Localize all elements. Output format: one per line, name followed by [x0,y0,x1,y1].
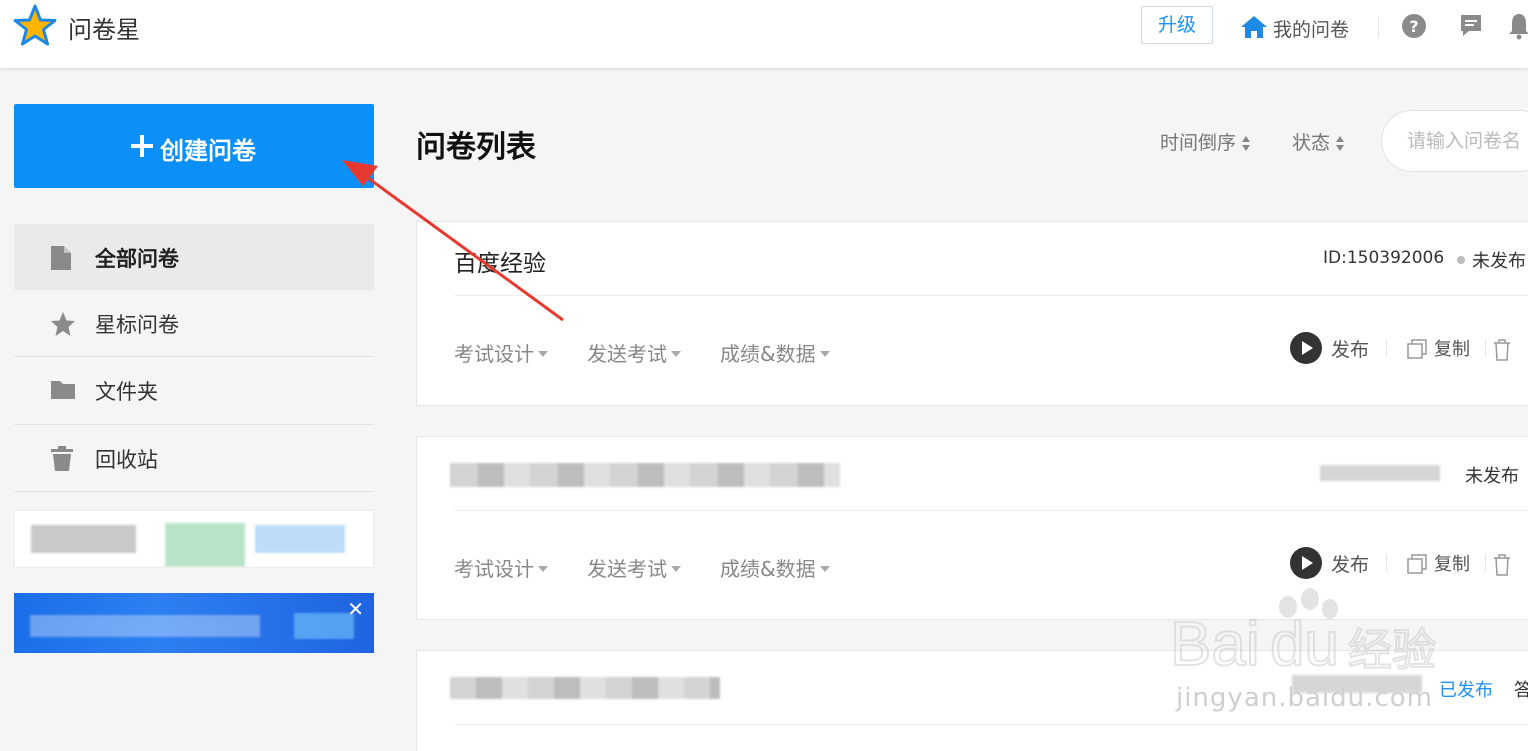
play-icon [1290,332,1322,364]
folder-icon [51,381,75,399]
card-divider [454,295,1528,296]
blurred-text [31,525,136,553]
publish-label: 发布 [1331,339,1370,361]
survey-status: 未发布 [1457,247,1526,273]
caret-down-icon [538,350,548,357]
header-divider [1378,16,1379,38]
sort-by-status-label: 状态 [1292,132,1331,154]
send-exam-menu[interactable]: 发送考试 [587,553,681,582]
blurred-survey-id [1320,465,1440,481]
bell-icon[interactable] [1508,12,1528,40]
survey-card[interactable]: 百度经验 ID:150392006 未发布 考试设计 发送考试 成绩&数据 发布… [416,221,1528,406]
send-exam-label: 发送考试 [587,557,667,581]
survey-extra-label: 答 [1514,680,1528,701]
send-exam-label: 发送考试 [587,342,667,366]
exam-design-label: 考试设计 [454,557,534,581]
sidebar-item-starred[interactable]: 星标问卷 [14,290,374,356]
exam-design-menu[interactable]: 考试设计 [454,338,548,367]
copy-button[interactable]: 复制 [1407,332,1477,364]
home-icon [1241,16,1267,38]
survey-status: 未发布 [1465,466,1519,487]
blurred-text [30,615,260,637]
sidebar-item-recycle-bin[interactable]: 回收站 [14,425,374,491]
survey-search-input[interactable] [1381,110,1528,172]
app-name[interactable]: 问卷星 [68,10,140,45]
copy-icon [1407,339,1427,359]
exam-design-menu[interactable]: 考试设计 [454,553,548,582]
action-divider [1386,339,1387,357]
play-icon [1290,547,1322,579]
sidebar-item-label: 文件夹 [95,380,158,404]
banner-close-icon[interactable]: ✕ [347,597,364,621]
copy-button[interactable]: 复制 [1407,547,1477,579]
sort-by-time-button[interactable]: 时间倒序 [1160,128,1251,155]
scores-data-menu[interactable]: 成绩&数据 [720,338,830,367]
action-divider [1485,339,1486,357]
caret-down-icon [538,565,548,572]
sidebar-item-label: 星标问卷 [95,313,179,337]
publish-button[interactable]: 发布 [1290,547,1370,579]
sidebar-divider [14,491,374,492]
top-header: 问卷星 升级 我的问卷 ? [0,0,1528,68]
survey-card[interactable]: 未发布 考试设计 发送考试 成绩&数据 发布 复制 [416,436,1528,620]
trash-icon [51,446,73,471]
action-divider [1485,554,1486,572]
create-survey-label: 创建问卷 [160,137,256,165]
sort-arrows-icon [1242,135,1251,152]
card-divider [454,724,1528,725]
survey-status-label: 未发布 [1472,251,1526,272]
blurred-image [165,523,245,567]
blurred-text [255,525,345,553]
publish-label: 发布 [1331,554,1370,576]
question-circle-icon[interactable]: ? [1401,13,1427,39]
action-divider [1386,554,1387,572]
send-exam-menu[interactable]: 发送考试 [587,338,681,367]
caret-down-icon [671,565,681,572]
ad-banner[interactable]: ✕ [14,593,374,653]
exam-design-label: 考试设计 [454,342,534,366]
promo-box-blurred[interactable] [14,510,374,568]
caret-down-icon [819,350,830,357]
scores-data-label: 成绩&数据 [720,342,816,366]
card-divider [454,510,1528,511]
caret-down-icon [671,350,681,357]
sidebar-item-label: 回收站 [95,448,158,472]
sidebar-item-folder[interactable]: 文件夹 [14,357,374,423]
survey-title[interactable]: 百度经验 [454,244,546,278]
sort-arrows-icon [1336,135,1345,152]
upgrade-button[interactable]: 升级 [1141,6,1213,44]
survey-card[interactable]: 已发布 答 [416,650,1528,751]
sidebar-item-label: 全部问卷 [95,247,179,271]
blurred-survey-title[interactable] [450,463,840,487]
scores-data-label: 成绩&数据 [720,557,816,581]
delete-icon[interactable] [1493,554,1511,576]
blurred-survey-id [1292,675,1422,693]
sort-by-status-button[interactable]: 状态 [1292,128,1345,155]
delete-icon[interactable] [1493,339,1511,361]
star-logo-icon[interactable] [12,3,58,49]
create-survey-button[interactable]: 创建问卷 [14,104,374,188]
survey-status: 已发布 [1439,680,1493,701]
blurred-survey-title[interactable] [450,677,720,699]
my-surveys-label: 我的问卷 [1273,19,1350,41]
publish-button[interactable]: 发布 [1290,332,1370,364]
sort-by-time-label: 时间倒序 [1160,132,1237,154]
survey-id: ID:150392006 [1323,248,1445,268]
document-icon [51,246,71,270]
copy-label: 复制 [1434,339,1470,360]
svg-text:?: ? [1409,17,1418,36]
page-title: 问卷列表 [416,130,536,165]
copy-label: 复制 [1434,554,1470,575]
star-icon [51,312,75,336]
blurred-text [294,613,354,639]
copy-icon [1407,554,1427,574]
sidebar-item-all-surveys[interactable]: 全部问卷 [14,224,374,290]
caret-down-icon [819,565,830,572]
plus-icon [131,135,153,157]
status-dot-icon [1457,256,1465,264]
scores-data-menu[interactable]: 成绩&数据 [720,553,830,582]
chat-bubble-icon[interactable] [1459,13,1483,39]
